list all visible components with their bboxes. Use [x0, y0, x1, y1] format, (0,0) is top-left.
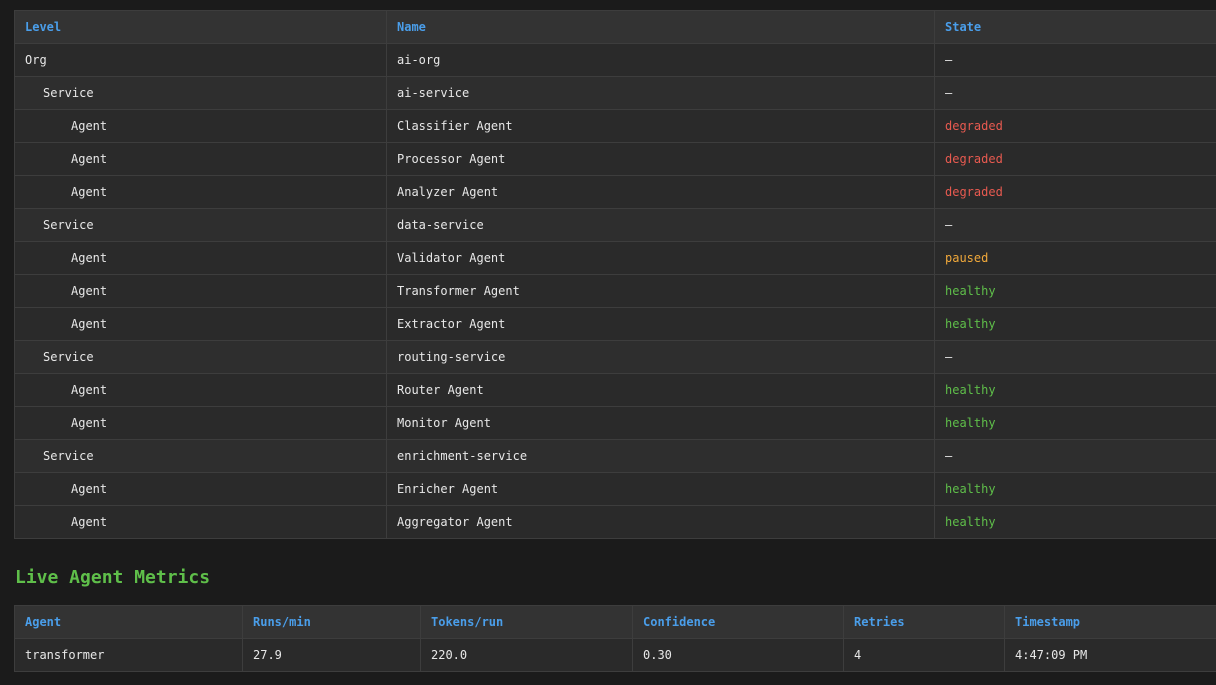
- column-header-tokens[interactable]: Tokens/run: [420, 605, 633, 639]
- runs-cell: 27.9: [242, 638, 421, 672]
- tokens-cell: 220.0: [420, 638, 633, 672]
- name-cell: Classifier Agent: [386, 109, 935, 143]
- name-cell: ai-service: [386, 76, 935, 110]
- level-cell: Agent: [14, 472, 387, 506]
- state-cell: degraded: [934, 175, 1216, 209]
- hierarchy-row[interactable]: Agent Transformer Agent healthy: [14, 274, 1216, 308]
- name-cell: data-service: [386, 208, 935, 242]
- hierarchy-row[interactable]: Agent Analyzer Agent degraded: [14, 175, 1216, 209]
- state-cell: degraded: [934, 109, 1216, 143]
- level-cell: Service: [14, 340, 387, 374]
- metrics-table-body: transformer 27.9 220.0 0.30 4 4:47:09 PM: [14, 638, 1216, 672]
- hierarchy-row[interactable]: Service routing-service –: [14, 340, 1216, 374]
- metrics-section-title: Live Agent Metrics: [15, 567, 211, 588]
- name-cell: Extractor Agent: [386, 307, 935, 341]
- column-header-state[interactable]: State: [934, 10, 1216, 44]
- state-cell: paused: [934, 241, 1216, 275]
- level-cell: Agent: [14, 175, 387, 209]
- state-cell: –: [934, 208, 1216, 242]
- agent-cell: transformer: [14, 638, 243, 672]
- hierarchy-row[interactable]: Service enrichment-service –: [14, 439, 1216, 473]
- state-cell: –: [934, 439, 1216, 473]
- hierarchy-row[interactable]: Agent Router Agent healthy: [14, 373, 1216, 407]
- state-cell: –: [934, 76, 1216, 110]
- top-strip: [0, 0, 1216, 10]
- metrics-header-row: Agent Runs/min Tokens/run Confidence Ret…: [14, 605, 1216, 639]
- timestamp-cell: 4:47:09 PM: [1004, 638, 1216, 672]
- name-cell: routing-service: [386, 340, 935, 374]
- state-cell: healthy: [934, 472, 1216, 506]
- column-header-level[interactable]: Level: [14, 10, 387, 44]
- level-cell: Agent: [14, 109, 387, 143]
- hierarchy-row[interactable]: Agent Validator Agent paused: [14, 241, 1216, 275]
- metrics-wrap: Agent Runs/min Tokens/run Confidence Ret…: [0, 605, 1216, 672]
- hierarchy-table-body: Org ai-org – Service ai-service – Agent Classif…: [14, 43, 1216, 539]
- level-cell: Org: [14, 43, 387, 77]
- hierarchy-row[interactable]: Agent Monitor Agent healthy: [14, 406, 1216, 440]
- hierarchy-row[interactable]: Agent Aggregator Agent healthy: [14, 505, 1216, 539]
- retries-cell: 4: [843, 638, 1005, 672]
- hierarchy-row[interactable]: Agent Enricher Agent healthy: [14, 472, 1216, 506]
- column-header-agent[interactable]: Agent: [14, 605, 243, 639]
- hierarchy-row[interactable]: Agent Classifier Agent degraded: [14, 109, 1216, 143]
- state-cell: healthy: [934, 373, 1216, 407]
- name-cell: Aggregator Agent: [386, 505, 935, 539]
- level-cell: Service: [14, 208, 387, 242]
- state-cell: healthy: [934, 505, 1216, 539]
- hierarchy-row[interactable]: Service ai-service –: [14, 76, 1216, 110]
- name-cell: enrichment-service: [386, 439, 935, 473]
- state-cell: –: [934, 43, 1216, 77]
- name-cell: Router Agent: [386, 373, 935, 407]
- hierarchy-row[interactable]: Agent Processor Agent degraded: [14, 142, 1216, 176]
- level-cell: Agent: [14, 241, 387, 275]
- level-cell: Agent: [14, 274, 387, 308]
- hierarchy-row[interactable]: Service data-service –: [14, 208, 1216, 242]
- metrics-table: Agent Runs/min Tokens/run Confidence Ret…: [14, 605, 1216, 672]
- column-header-confidence[interactable]: Confidence: [632, 605, 844, 639]
- level-cell: Agent: [14, 307, 387, 341]
- column-header-name[interactable]: Name: [386, 10, 935, 44]
- hierarchy-header-row: Level Name State: [14, 10, 1216, 44]
- name-cell: ai-org: [386, 43, 935, 77]
- level-cell: Service: [14, 76, 387, 110]
- hierarchy-row[interactable]: Agent Extractor Agent healthy: [14, 307, 1216, 341]
- level-cell: Service: [14, 439, 387, 473]
- state-cell: degraded: [934, 142, 1216, 176]
- name-cell: Analyzer Agent: [386, 175, 935, 209]
- hierarchy-row[interactable]: Org ai-org –: [14, 43, 1216, 77]
- hierarchy-table: Level Name State Org ai-org – Service ai-ser…: [14, 10, 1216, 539]
- state-cell: healthy: [934, 406, 1216, 440]
- state-cell: –: [934, 340, 1216, 374]
- state-cell: healthy: [934, 307, 1216, 341]
- name-cell: Validator Agent: [386, 241, 935, 275]
- level-cell: Agent: [14, 142, 387, 176]
- metrics-row[interactable]: transformer 27.9 220.0 0.30 4 4:47:09 PM: [14, 638, 1216, 672]
- name-cell: Monitor Agent: [386, 406, 935, 440]
- page: Level Name State Org ai-org – Service ai-ser…: [0, 0, 1216, 685]
- name-cell: Enricher Agent: [386, 472, 935, 506]
- column-header-timestamp[interactable]: Timestamp: [1004, 605, 1216, 639]
- name-cell: Processor Agent: [386, 142, 935, 176]
- level-cell: Agent: [14, 505, 387, 539]
- state-cell: healthy: [934, 274, 1216, 308]
- confidence-cell: 0.30: [632, 638, 844, 672]
- level-cell: Agent: [14, 406, 387, 440]
- name-cell: Transformer Agent: [386, 274, 935, 308]
- level-cell: Agent: [14, 373, 387, 407]
- column-header-runs[interactable]: Runs/min: [242, 605, 421, 639]
- column-header-retries[interactable]: Retries: [843, 605, 1005, 639]
